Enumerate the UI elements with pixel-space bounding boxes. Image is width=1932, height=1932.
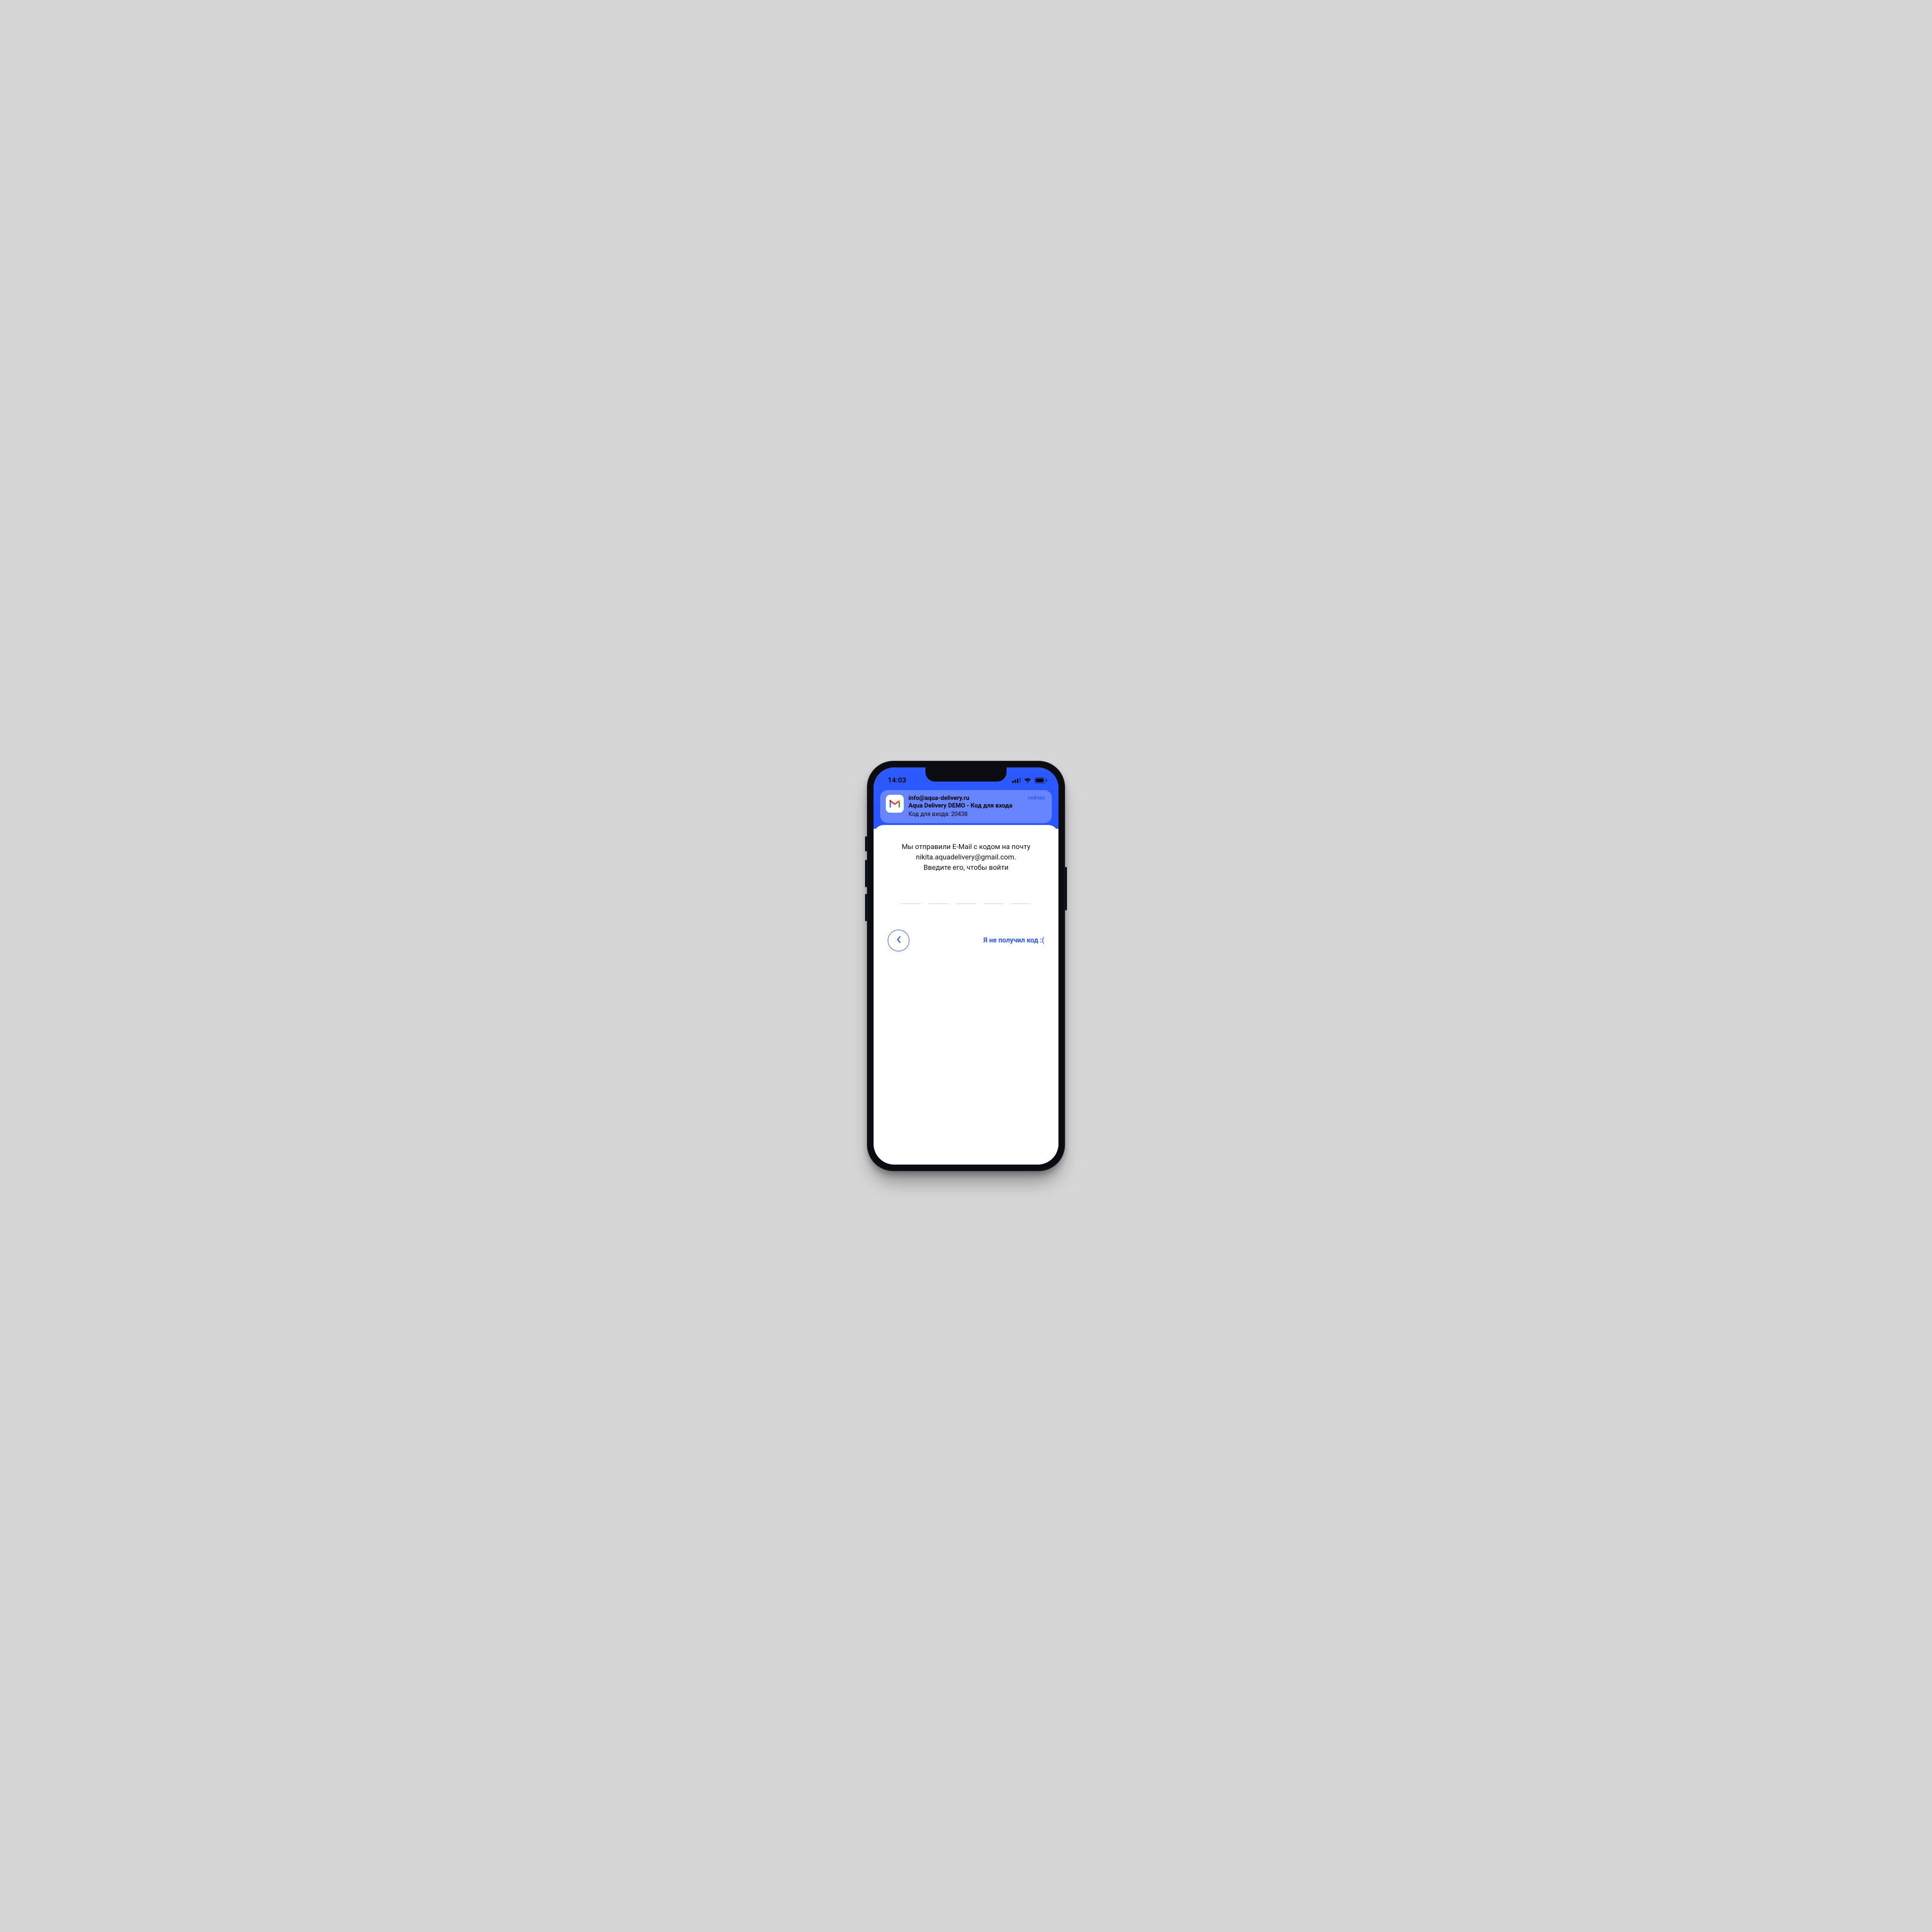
notification-preview: Код для входа: 20438	[908, 811, 1046, 819]
phone-screen: 14:03	[874, 767, 1058, 1165]
instruction-text: Мы отправили E-Mail с кодом на почту nik…	[886, 842, 1046, 873]
code-input-group	[886, 903, 1046, 904]
code-digit-1[interactable]	[901, 903, 921, 904]
verification-screen: Мы отправили E-Mail с кодом на почту nik…	[874, 825, 1058, 1165]
status-icons	[1012, 777, 1047, 783]
cellular-signal-icon	[1012, 777, 1021, 783]
instruction-email: nikita.aquadelivery@gmail.com.	[886, 852, 1046, 863]
no-code-link[interactable]: Я не получил код :(	[983, 936, 1044, 944]
instruction-line: Мы отправили E-Mail с кодом на почту	[886, 842, 1046, 852]
notification-body: info@aqua-delivery.ru Aqua Delivery DEMO…	[908, 795, 1046, 818]
battery-icon	[1034, 777, 1047, 783]
instruction-line: Введите его, чтобы войти	[886, 863, 1046, 873]
volume-up-button	[865, 860, 867, 887]
email-notification[interactable]: info@aqua-delivery.ru Aqua Delivery DEMO…	[880, 790, 1052, 823]
code-digit-5[interactable]	[1011, 903, 1031, 904]
mute-switch	[865, 836, 867, 851]
chevron-left-icon	[896, 936, 901, 945]
power-button	[1065, 867, 1067, 910]
volume-down-button	[865, 894, 867, 921]
actions-row: Я не получил код :(	[886, 930, 1046, 951]
phone-frame: 14:03	[867, 761, 1065, 1171]
back-button[interactable]	[888, 930, 909, 951]
device-notch	[925, 767, 1007, 782]
code-digit-2[interactable]	[929, 903, 949, 904]
code-digit-3[interactable]	[956, 903, 976, 904]
notification-time: сейчас	[1028, 794, 1045, 801]
mockup-stage: 14:03	[702, 702, 1230, 1230]
status-time: 14:03	[888, 776, 906, 784]
code-digit-4[interactable]	[983, 903, 1003, 904]
notification-sender: info@aqua-delivery.ru	[908, 795, 1046, 802]
gmail-icon	[886, 795, 904, 813]
wifi-icon	[1024, 777, 1032, 783]
notification-subject: Aqua Delivery DEMO - Код для входа	[908, 802, 1046, 810]
